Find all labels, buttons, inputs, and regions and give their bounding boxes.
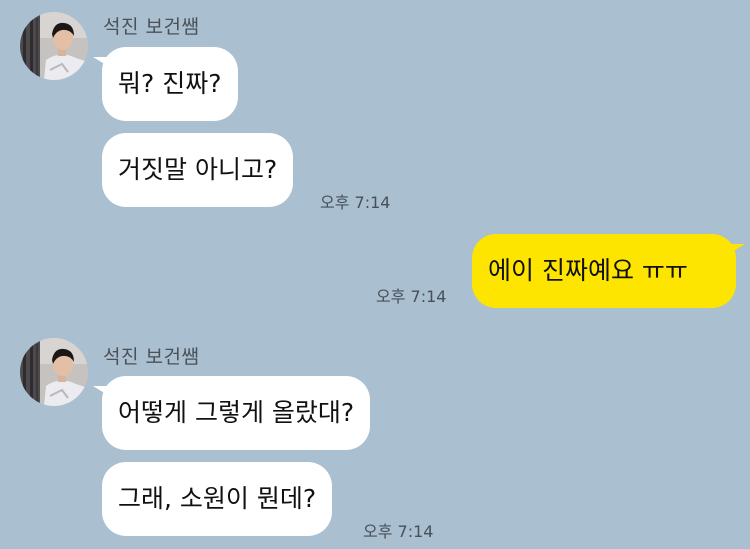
message-bubble[interactable]: 뭐? 진짜? (93, 47, 238, 121)
message-timestamp: 오후 7:14 (320, 193, 391, 212)
message-bubble[interactable]: 그래, 소원이 뭔데? (102, 462, 333, 536)
sender-name: 석진 보건쌤 (103, 346, 200, 368)
message-timestamp: 오후 7:14 (363, 522, 434, 541)
sender-avatar[interactable] (20, 338, 88, 406)
message-bubble[interactable]: 어떻게 그렇게 올랐대? (92, 376, 371, 450)
profile-photo-icon (20, 12, 88, 80)
message-bubble[interactable]: 거짓말 아니고? (102, 133, 294, 207)
sender-name: 석진 보건쌤 (103, 16, 200, 38)
profile-photo-icon (20, 338, 88, 406)
message-timestamp: 오후 7:14 (376, 287, 447, 306)
sender-avatar[interactable] (20, 12, 88, 80)
message-bubble[interactable]: 에이 진짜예요 ㅠㅠ (472, 234, 745, 308)
